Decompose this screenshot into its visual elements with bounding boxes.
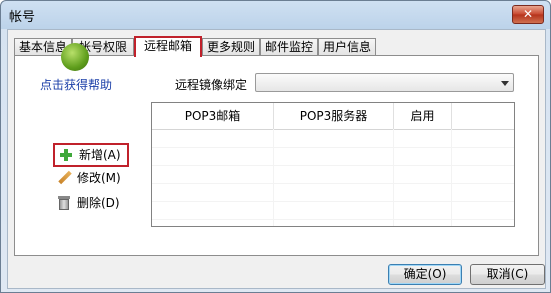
- delete-label: 删除(D): [77, 196, 120, 210]
- edit-label: 修改(M): [77, 171, 121, 185]
- tab-user-info[interactable]: 用户信息: [318, 38, 376, 55]
- pencil-icon: [57, 171, 71, 185]
- edit-button[interactable]: 修改(M): [57, 169, 121, 187]
- cancel-button[interactable]: 取消(C): [470, 264, 545, 285]
- grid-line: [451, 129, 452, 226]
- grid-line: [152, 201, 514, 202]
- column-header-pop3-server[interactable]: POP3服务器: [274, 103, 394, 129]
- trash-icon: [57, 196, 71, 210]
- grid-line: [152, 165, 514, 166]
- delete-button[interactable]: 删除(D): [57, 194, 120, 212]
- app-logo-icon[interactable]: [61, 43, 89, 71]
- mirror-binding-select[interactable]: [255, 73, 514, 92]
- mirror-binding-label: 远程镜像绑定: [175, 78, 248, 92]
- add-button[interactable]: 新增(A): [53, 143, 129, 167]
- column-header-pop3-mailbox[interactable]: POP3邮箱: [152, 103, 274, 129]
- grid-line: [152, 183, 514, 184]
- account-dialog: 帐号 ✕ 基本信息 帐号权限 远程邮箱 更多规则 邮件监控 用户信息 点击获得帮…: [0, 0, 551, 293]
- close-button[interactable]: ✕: [512, 5, 544, 24]
- chevron-down-icon[interactable]: [501, 81, 509, 86]
- ok-button[interactable]: 确定(O): [388, 264, 462, 285]
- grid-line: [393, 129, 394, 226]
- window-title: 帐号: [9, 10, 36, 25]
- grid-line: [152, 219, 514, 220]
- tab-more-rules[interactable]: 更多规则: [202, 38, 260, 55]
- pop3-table[interactable]: POP3邮箱 POP3服务器 启用: [151, 102, 515, 227]
- plus-icon: [59, 148, 73, 162]
- tab-mail-monitor[interactable]: 邮件监控: [260, 38, 318, 55]
- help-link[interactable]: 点击获得帮助: [40, 76, 112, 93]
- add-label: 新增(A): [79, 148, 121, 162]
- tab-remote-mailbox[interactable]: 远程邮箱: [134, 36, 202, 57]
- column-header-enabled[interactable]: 启用: [394, 103, 452, 129]
- grid-line: [152, 147, 514, 148]
- title-bar[interactable]: 帐号 ✕: [1, 1, 550, 27]
- grid-line: [273, 129, 274, 226]
- table-header: POP3邮箱 POP3服务器 启用: [152, 103, 514, 130]
